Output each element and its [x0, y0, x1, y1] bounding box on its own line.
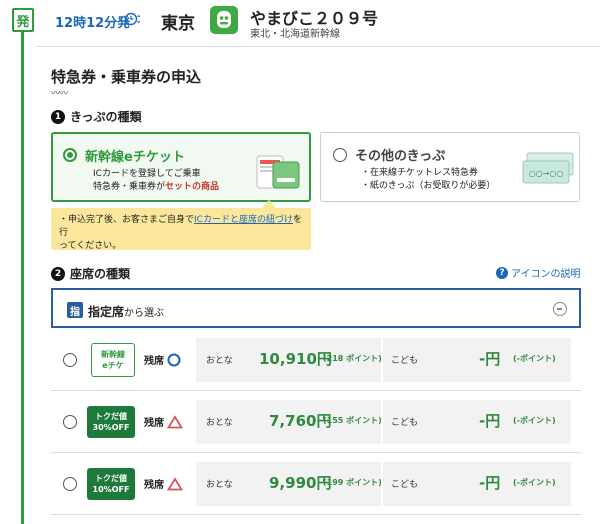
available-circle-icon [167, 353, 181, 366]
price-box: おとな 7,760円 (155 ポイント) こども -円 (-ポイント) [196, 400, 571, 444]
other-ticket-title: その他のきっぷ [355, 149, 446, 164]
reserved-seat-chip: 指 [67, 302, 83, 318]
ticket-option-e-ticket[interactable]: 新幹線eチケット ICカードを登録してご乗車 特急券・乗車券がセットの商品 [51, 132, 311, 202]
train-logo-icon [210, 6, 238, 34]
svg-text:○○→○○: ○○→○○ [529, 169, 564, 178]
child-points: (-ポイント) [513, 478, 556, 487]
child-points: (-ポイント) [513, 416, 556, 425]
ticket-option-other[interactable]: その他のきっぷ ・在来線チケットレス特急券 ・紙のきっぷ（お受取りが必要） ○○… [320, 132, 580, 202]
header-divider [36, 46, 600, 47]
price-box: おとな 10,910円 (218 ポイント) こども -円 (-ポイント) [196, 338, 571, 382]
ic-card-link[interactable]: ICカードと座席の紐づけ [194, 215, 293, 225]
e-ticket-notice: ・申込完了後、お客さまご自身でICカードと座席の紐づけを行 ってください。 [51, 208, 311, 251]
other-ticket-description: ・在来線チケットレス特急券 ・紙のきっぷ（お受取りが必要） [361, 168, 496, 191]
child-price: -円 [479, 412, 501, 430]
collapse-icon[interactable] [553, 302, 567, 316]
step-label: きっぷの種類 [70, 110, 142, 124]
clock-icon[interactable] [124, 11, 140, 27]
fare-radio[interactable] [63, 477, 77, 491]
route-line [21, 32, 24, 524]
adult-points: (218 ポイント) [323, 354, 382, 363]
e-ticket-description: ICカードを登録してご乗車 特急券・乗車券がセットの商品 [93, 169, 220, 192]
discount-badge: トクだ値 30%OFF [87, 406, 135, 438]
availability: 残席 [144, 476, 183, 491]
step-ticket-type: 1 きっぷの種類 [51, 108, 142, 125]
title-decoration: 〰〰 [51, 89, 68, 99]
adult-points: (155 ポイント) [323, 416, 382, 425]
help-icon: ? [496, 266, 508, 279]
icon-help-link[interactable]: ? アイコンの説明 [496, 265, 581, 280]
ic-card-icon [256, 155, 300, 189]
e-ticket-radio[interactable] [63, 148, 77, 162]
child-price: -円 [479, 350, 501, 368]
fare-radio[interactable] [63, 415, 77, 429]
departure-station: 東京 [161, 14, 195, 34]
child-points: (-ポイント) [513, 354, 556, 363]
train-line: 東北・北海道新幹線 [250, 29, 340, 40]
page-title: 特急券・乗車券の申込 [51, 68, 202, 86]
e-ticket-title: 新幹線eチケット [85, 150, 185, 165]
e-ticket-badge: 新幹線 eチケ [91, 343, 135, 377]
few-seats-triangle-icon [167, 476, 183, 490]
availability: 残席 [144, 414, 183, 429]
step-number: 1 [51, 109, 65, 124]
fare-row[interactable]: トクだ値 10%OFF 残席 おとな 9,990円 (199 ポイント) こども … [51, 453, 581, 515]
departure-badge: 発 [12, 8, 34, 32]
departure-time[interactable]: 12時12分発 [55, 12, 130, 31]
other-ticket-radio[interactable] [333, 148, 347, 162]
availability: 残席 [144, 352, 181, 367]
reserved-seat-section-header[interactable]: 指 指定席から選ぶ [51, 288, 581, 328]
fare-row[interactable]: 新幹線 eチケ 残席 おとな 10,910円 (218 ポイント) こども -円 … [51, 329, 581, 391]
adult-points: (199 ポイント) [323, 478, 382, 487]
fare-radio[interactable] [63, 353, 77, 367]
child-price: -円 [479, 474, 501, 492]
step-number: 2 [51, 266, 65, 281]
step-label: 座席の種類 [70, 267, 131, 281]
step-seat-type: 2 座席の種類 [51, 265, 130, 282]
paper-ticket-icon: ○○→○○ [522, 152, 574, 184]
few-seats-triangle-icon [167, 414, 183, 428]
price-box: おとな 9,990円 (199 ポイント) こども -円 (-ポイント) [196, 462, 571, 506]
discount-badge: トクだ値 10%OFF [87, 468, 135, 500]
fare-row[interactable]: トクだ値 30%OFF 残席 おとな 7,760円 (155 ポイント) こども … [51, 391, 581, 453]
seat-section-title: 指定席から選ぶ [88, 305, 165, 319]
adult-price: 10,910円 [259, 350, 332, 368]
